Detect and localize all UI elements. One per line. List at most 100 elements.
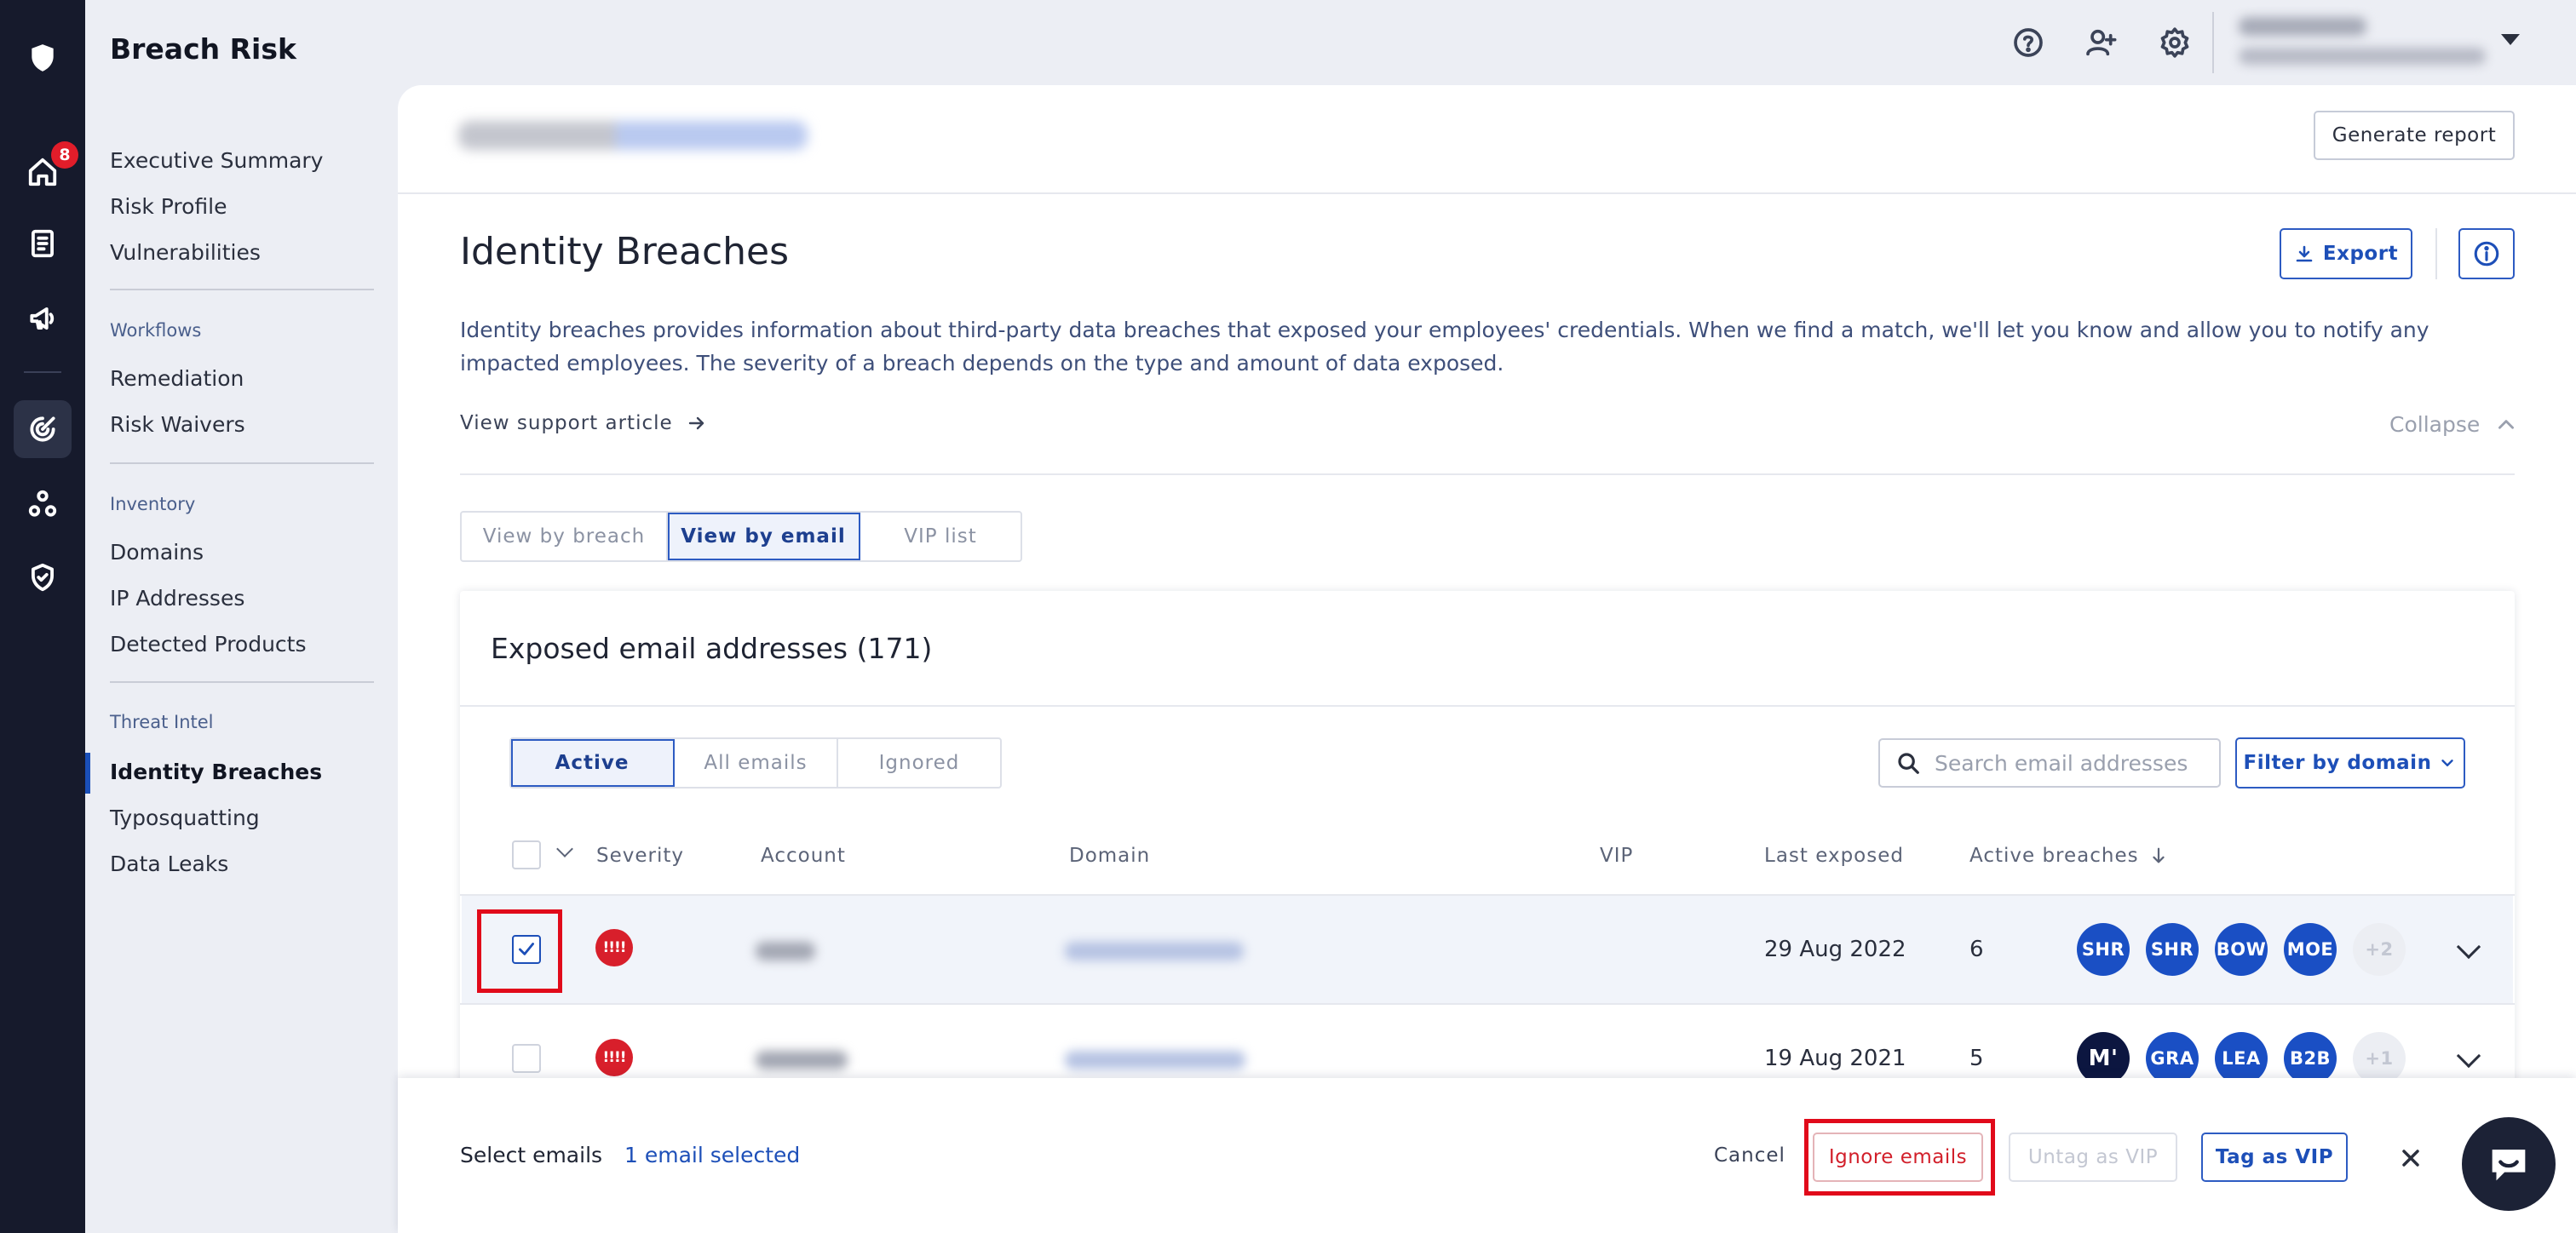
logo-shield-icon[interactable] [14,29,72,87]
card-header-divider [460,705,2515,707]
column-vip[interactable]: VIP [1600,845,1633,867]
page-description: Identity breaches provides information a… [460,318,2429,376]
breach-radar-icon[interactable] [14,400,72,458]
cancel-button[interactable]: Cancel [1714,1144,1785,1167]
active-breaches-count: 6 [1969,937,1984,962]
notification-badge: 8 [51,141,78,169]
last-exposed-date: 19 Aug 2021 [1764,1046,1906,1071]
more-breaches-chip[interactable]: +1 [2353,1032,2406,1085]
user-email-redacted[interactable] [2239,48,2486,65]
breach-chip[interactable]: GRA [2146,1032,2199,1085]
highlight-row-checkbox [477,909,562,993]
chevron-down-icon [2441,760,2454,766]
nav-divider [110,681,374,683]
tab-view-by-email[interactable]: View by email [668,513,860,560]
close-action-bar-icon[interactable] [2397,1144,2424,1172]
network-nodes-icon[interactable] [14,475,72,533]
nav-section-workflows: Workflows [110,320,202,341]
breach-chip[interactable]: SHR [2077,923,2130,976]
add-user-icon[interactable] [2079,20,2123,65]
untag-vip-button[interactable]: Untag as VIP [2009,1133,2177,1182]
severity-critical-badge: !!!! [595,1039,633,1076]
nav-divider [110,289,374,290]
nav-data-leaks[interactable]: Data Leaks [110,852,228,876]
support-link-label: View support article [460,412,673,434]
severity-critical-badge: !!!! [595,929,633,966]
nav-risk-waivers[interactable]: Risk Waivers [110,412,245,437]
domain-redacted [1065,1051,1245,1070]
tab-view-by-breach[interactable]: View by breach [462,513,668,560]
organization-name-redacted [458,121,808,150]
breach-chip[interactable]: M' [2077,1032,2130,1085]
collapse-toggle[interactable]: Collapse [2389,412,2517,437]
card-title: Exposed email addresses (171) [491,632,933,665]
generate-report-button[interactable]: Generate report [2314,111,2515,160]
nav-detected-products[interactable]: Detected Products [110,632,307,657]
megaphone-icon[interactable] [14,290,72,347]
column-severity[interactable]: Severity [596,845,684,867]
breach-chip[interactable]: B2B [2284,1032,2337,1085]
shield-check-icon[interactable] [14,548,72,606]
info-button[interactable] [2458,228,2515,279]
app-rail: 8 [0,0,85,1233]
download-icon [2296,245,2313,262]
search-input[interactable]: Search email addresses [1878,738,2221,788]
section-divider [460,473,2515,475]
support-article-link[interactable]: View support article [460,412,707,434]
select-all-checkbox[interactable] [512,840,541,869]
side-navigation: Breach Risk Executive Summary Risk Profi… [85,0,397,1233]
column-domain[interactable]: Domain [1069,845,1150,867]
export-button[interactable]: Export [2280,228,2412,279]
breach-chip[interactable]: BOW [2215,923,2268,976]
row-divider [460,1003,2515,1005]
chat-support-button[interactable] [2462,1117,2556,1211]
filter-by-domain-label: Filter by domain [2243,752,2432,774]
nav-identity-breaches[interactable]: Identity Breaches [110,760,322,784]
tab-all-emails[interactable]: All emails [675,739,838,787]
nav-active-marker [85,753,90,794]
row-checkbox[interactable] [512,1044,541,1073]
help-icon[interactable] [2006,20,2050,65]
user-menu-caret-icon[interactable] [2501,34,2520,45]
tab-ignored[interactable]: Ignored [838,739,1000,787]
nav-domains[interactable]: Domains [110,540,204,565]
nav-executive-summary[interactable]: Executive Summary [110,148,323,173]
selected-count-link[interactable]: 1 email selected [624,1143,800,1167]
account-redacted [756,1051,848,1070]
breach-chip[interactable]: MOE [2284,923,2337,976]
column-account[interactable]: Account [761,845,846,867]
status-filter-toggle: Active All emails Ignored [509,737,1002,789]
account-redacted [756,942,815,961]
nav-risk-profile[interactable]: Risk Profile [110,194,227,219]
topbar-divider [2212,12,2214,73]
filter-by-domain-button[interactable]: Filter by domain [2235,737,2465,789]
nav-ip-addresses[interactable]: IP Addresses [110,586,244,611]
export-label: Export [2322,243,2399,265]
breach-chip[interactable]: LEA [2215,1032,2268,1085]
user-name-redacted[interactable] [2239,17,2366,36]
nav-typosquatting[interactable]: Typosquatting [110,806,260,830]
nav-section-inventory: Inventory [110,494,196,514]
highlight-ignore-button [1804,1119,1995,1196]
nav-remediation[interactable]: Remediation [110,366,244,391]
select-emails-label: Select emails [460,1143,603,1167]
tag-vip-button[interactable]: Tag as VIP [2201,1133,2348,1182]
column-active-breaches[interactable]: Active breaches [1969,845,2168,867]
report-document-icon[interactable] [14,215,72,272]
more-breaches-chip[interactable]: +2 [2353,923,2406,976]
tab-vip-list[interactable]: VIP list [860,513,1021,560]
chevron-up-icon [2498,419,2515,429]
sort-descending-icon [2153,847,2165,863]
view-mode-toggle: View by breach View by email VIP list [460,511,1022,562]
column-last-exposed[interactable]: Last exposed [1764,845,1904,867]
breach-chip[interactable]: SHR [2146,923,2199,976]
last-exposed-date: 29 Aug 2022 [1764,937,1906,962]
arrow-right-icon [688,416,704,430]
rail-divider [24,371,61,373]
nav-vulnerabilities[interactable]: Vulnerabilities [110,240,261,265]
tab-active[interactable]: Active [511,739,675,787]
info-icon [2474,241,2499,267]
gear-icon[interactable] [2153,20,2197,65]
chat-bubble-icon [2492,1150,2526,1181]
column-active-breaches-label: Active breaches [1969,845,2139,867]
